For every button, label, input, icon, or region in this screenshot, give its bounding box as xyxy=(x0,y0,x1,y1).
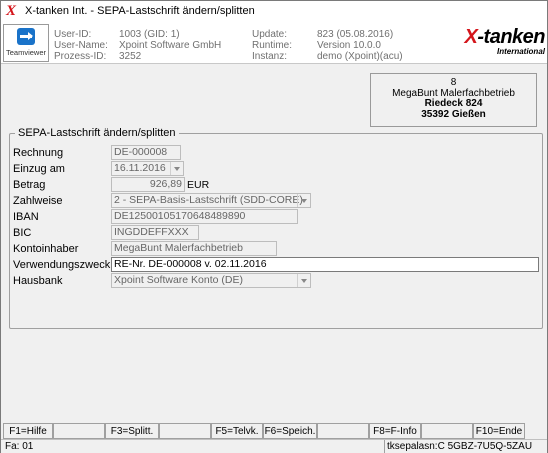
customer-address-button[interactable]: 8 MegaBunt Malerfachbetrieb Riedeck 824 … xyxy=(370,73,537,127)
process-id-label: Prozess-ID: xyxy=(54,51,107,62)
status-company: Fa: 01 xyxy=(5,441,34,452)
window-title: X-tanken Int. - SEPA-Lastschrift ändern/… xyxy=(25,5,255,17)
brand-subtitle: International xyxy=(496,47,545,56)
betrag-label: Betrag xyxy=(13,179,46,191)
process-id-value: 3252 xyxy=(119,51,142,62)
f4-empty-button[interactable] xyxy=(159,423,211,439)
brand-name: X-tanken xyxy=(464,26,546,48)
runtime-label: Runtime: xyxy=(252,40,293,51)
customer-city: 35392 Gießen xyxy=(421,108,486,120)
version-info-labels: Update: Runtime: Instanz: xyxy=(252,29,292,62)
instance-value: demo (Xpoint)(acu) xyxy=(317,51,403,62)
title-bar: X X-tanken Int. - SEPA-Lastschrift änder… xyxy=(1,1,547,21)
x-tanken-logo-icon: X xyxy=(6,3,17,19)
teamviewer-button[interactable]: Teamviewer xyxy=(3,24,49,62)
chevron-down-icon[interactable] xyxy=(297,274,310,287)
instance-label: Instanz: xyxy=(252,51,288,62)
update-label: Update: xyxy=(252,29,288,40)
kontoinhaber-label: Kontoinhaber xyxy=(13,243,79,255)
f6-save-button[interactable]: F6=Speich. xyxy=(263,423,317,439)
application-window: X X-tanken Int. - SEPA-Lastschrift änder… xyxy=(0,0,548,453)
version-info-values: 823 (05.08.2016) Version 10.0.0 demo (Xp… xyxy=(317,29,403,62)
verwendungszweck-input[interactable]: RE-Nr. DE-000008 v. 02.11.2016 xyxy=(111,257,539,272)
einzug-date-value: 16.11.2016 xyxy=(114,162,166,174)
info-header: Teamviewer User-ID: User-Name: Prozess-I… xyxy=(1,21,547,64)
runtime-value: Version 10.0.0 xyxy=(317,40,381,51)
customer-street: Riedeck 824 xyxy=(424,98,483,109)
teamviewer-icon xyxy=(17,28,35,45)
einzug-date-picker[interactable]: 16.11.2016 xyxy=(111,161,184,176)
rechnung-label: Rechnung xyxy=(13,147,64,159)
hausbank-value: Xpoint Software Konto (DE) xyxy=(114,274,243,286)
status-program-info: tksepalasn:C 5GBZ-7U5Q-5ZAU xyxy=(387,441,533,452)
f9-empty-button[interactable] xyxy=(421,423,473,439)
chevron-down-icon[interactable] xyxy=(170,162,183,175)
f2-empty-button[interactable] xyxy=(53,423,105,439)
brand-logo: X-tanken International xyxy=(447,26,546,59)
status-bar: Fa: 01 tksepalasn:C 5GBZ-7U5Q-5ZAU xyxy=(1,439,547,453)
bic-field: INGDDEFFXXX xyxy=(111,225,199,240)
user-info-labels: User-ID: User-Name: Prozess-ID: xyxy=(54,29,108,62)
kontoinhaber-field: MegaBunt Malerfachbetrieb xyxy=(111,241,277,256)
f8-info-button[interactable]: F8=F-Info xyxy=(369,423,421,439)
f10-exit-button[interactable]: F10=Ende xyxy=(473,423,525,439)
rechnung-field: DE-000008 xyxy=(111,145,181,160)
einzug-label: Einzug am xyxy=(13,163,65,175)
f1-help-button[interactable]: F1=Hilfe xyxy=(3,423,53,439)
verwendungszweck-label: Verwendungszweck xyxy=(13,259,111,271)
f3-split-button[interactable]: F3=Splitt. xyxy=(105,423,159,439)
teamviewer-label: Teamviewer xyxy=(5,48,46,57)
hausbank-select[interactable]: Xpoint Software Konto (DE) xyxy=(111,273,311,288)
iban-label: IBAN xyxy=(13,211,39,223)
zahlweise-select[interactable]: 2 - SEPA-Basis-Lastschrift (SDD-CORE) xyxy=(111,193,311,208)
update-value: 823 (05.08.2016) xyxy=(317,29,394,40)
zahlweise-label: Zahlweise xyxy=(13,195,63,207)
status-divider xyxy=(384,440,385,453)
sepa-edit-groupbox: SEPA-Lastschrift ändern/splitten xyxy=(9,127,543,329)
user-name-value: Xpoint Software GmbH xyxy=(119,40,222,51)
f5-telvk-button[interactable]: F5=Telvk. xyxy=(211,423,263,439)
currency-label: EUR xyxy=(187,179,210,191)
zahlweise-value: 2 - SEPA-Basis-Lastschrift (SDD-CORE) xyxy=(114,194,303,206)
user-id-label: User-ID: xyxy=(54,29,92,40)
customer-number: 8 xyxy=(450,77,457,88)
user-id-value: 1003 (GID: 1) xyxy=(119,29,180,40)
bic-label: BIC xyxy=(13,227,32,239)
function-key-bar: F1=Hilfe F3=Splitt. F5=Telvk. F6=Speich.… xyxy=(1,423,547,439)
f7-empty-button[interactable] xyxy=(317,423,369,439)
chevron-down-icon[interactable] xyxy=(297,194,310,207)
user-info-values: 1003 (GID: 1) Xpoint Software GmbH 3252 xyxy=(119,29,221,62)
groupbox-legend: SEPA-Lastschrift ändern/splitten xyxy=(15,127,179,139)
hausbank-label: Hausbank xyxy=(13,275,63,287)
user-name-label: User-Name: xyxy=(54,40,108,51)
betrag-field: 926,89 xyxy=(111,177,185,192)
iban-field: DE12500105170648489890 xyxy=(111,209,298,224)
